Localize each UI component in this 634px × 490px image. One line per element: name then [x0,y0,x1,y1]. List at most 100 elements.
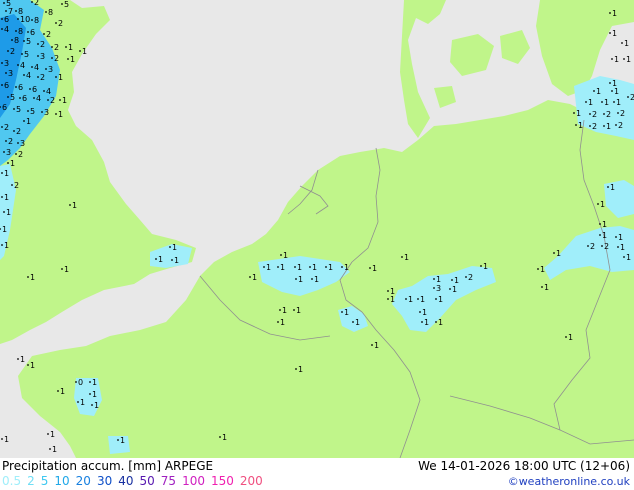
label-dot [17,64,19,66]
label-dot [15,153,17,155]
label-dot [27,110,29,112]
precip-value-label: 5 [26,37,31,46]
precip-value-label: 1 [297,263,302,272]
label-dot [169,246,171,248]
precip-value-label: 1 [70,55,75,64]
precip-value-label: 1 [58,110,63,119]
label-dot [45,11,47,13]
legend-item: 2 [27,474,35,488]
label-dot [41,111,43,113]
map-title: Precipitation accum. [mm] ARPEGE [2,459,214,473]
precip-value-label: 3 [20,139,25,148]
precip-value-label: 2 [592,110,597,119]
label-dot [27,276,29,278]
precip-value-label: 1 [576,109,581,118]
label-dot [553,252,555,254]
label-dot [599,223,601,225]
precip-value-label: 1 [120,436,125,445]
label-dot [67,58,69,60]
precip-value-label: 2 [590,242,595,251]
precip-value-label: 1 [424,318,429,327]
label-dot [23,40,25,42]
label-dot [7,162,9,164]
label-dot [280,254,282,256]
precip-value-label: 1 [158,255,163,264]
precip-value-label: 2 [14,181,19,190]
label-dot [13,130,15,132]
precip-value-label: 1 [4,169,9,178]
label-dot [3,211,5,213]
label-dot [623,58,625,60]
precip-value-label: 1 [58,73,63,82]
precip-value-label: 3 [48,65,53,74]
label-dot [15,86,17,88]
precip-value-label: 2 [54,43,59,52]
precip-value-label: 1 [602,231,607,240]
label-dot [61,268,63,270]
label-dot [309,266,311,268]
label-dot [91,404,93,406]
label-dot [5,10,7,12]
label-dot [7,96,9,98]
label-dot [17,142,19,144]
precip-value-label: 6 [22,94,27,103]
precip-value-label: 1 [600,200,605,209]
label-dot [449,288,451,290]
precip-value-label: 3 [4,59,9,68]
credit-link[interactable]: ©weatheronline.co.uk [508,475,630,488]
precip-value-label: 1 [252,273,257,282]
label-dot [341,311,343,313]
precip-value-label: 1 [452,285,457,294]
precip-value-label: 8 [48,8,53,17]
precip-value-label: 1 [172,243,177,252]
label-dot [621,42,623,44]
label-dot [575,124,577,126]
precip-value-label: 1 [626,253,631,262]
precip-value-label: 1 [610,183,615,192]
label-dot [293,309,295,311]
precip-value-label: 2 [40,40,45,49]
legend-item: 40 [118,474,134,488]
label-dot [1,438,3,440]
label-dot [537,268,539,270]
label-dot [295,368,297,370]
precip-value-label: 1 [544,283,549,292]
label-dot [51,46,53,48]
legend-item: 20 [75,474,91,488]
label-dot [219,436,221,438]
label-dot [341,266,343,268]
precip-value-label: 1 [483,262,488,271]
label-dot [7,50,9,52]
precip-value-label: 1 [556,249,561,258]
precip-value-label: 6 [30,28,35,37]
precip-value-label: 1 [374,341,379,350]
precip-value-label: 10 [20,15,30,24]
precip-value-label: 5 [10,93,15,102]
precip-value-label: 6 [4,15,9,24]
precip-value-label: 8 [18,27,23,36]
label-dot [27,364,29,366]
precip-value-label: 1 [404,253,409,262]
precip-value-label: 1 [588,98,593,107]
precip-value-label: 8 [34,16,39,25]
label-dot [607,186,609,188]
label-dot [585,101,587,103]
label-dot [627,96,629,98]
label-dot [23,120,25,122]
label-dot [433,287,435,289]
precip-value-label: 2 [58,19,63,28]
precip-value-label: 1 [80,398,85,407]
precip-value-label: 6 [32,85,37,94]
label-dot [623,256,625,258]
label-dot [609,82,611,84]
label-dot [15,30,17,32]
label-dot [352,321,354,323]
label-dot [47,433,49,435]
precip-value-label: 2 [620,109,625,118]
label-dot [79,50,81,52]
label-dot [611,90,613,92]
label-dot [31,19,33,21]
precip-value-label: 1 [422,308,427,317]
label-dot [613,101,615,103]
map-footer: Precipitation accum. [mm] ARPEGE We 14-0… [0,458,634,490]
